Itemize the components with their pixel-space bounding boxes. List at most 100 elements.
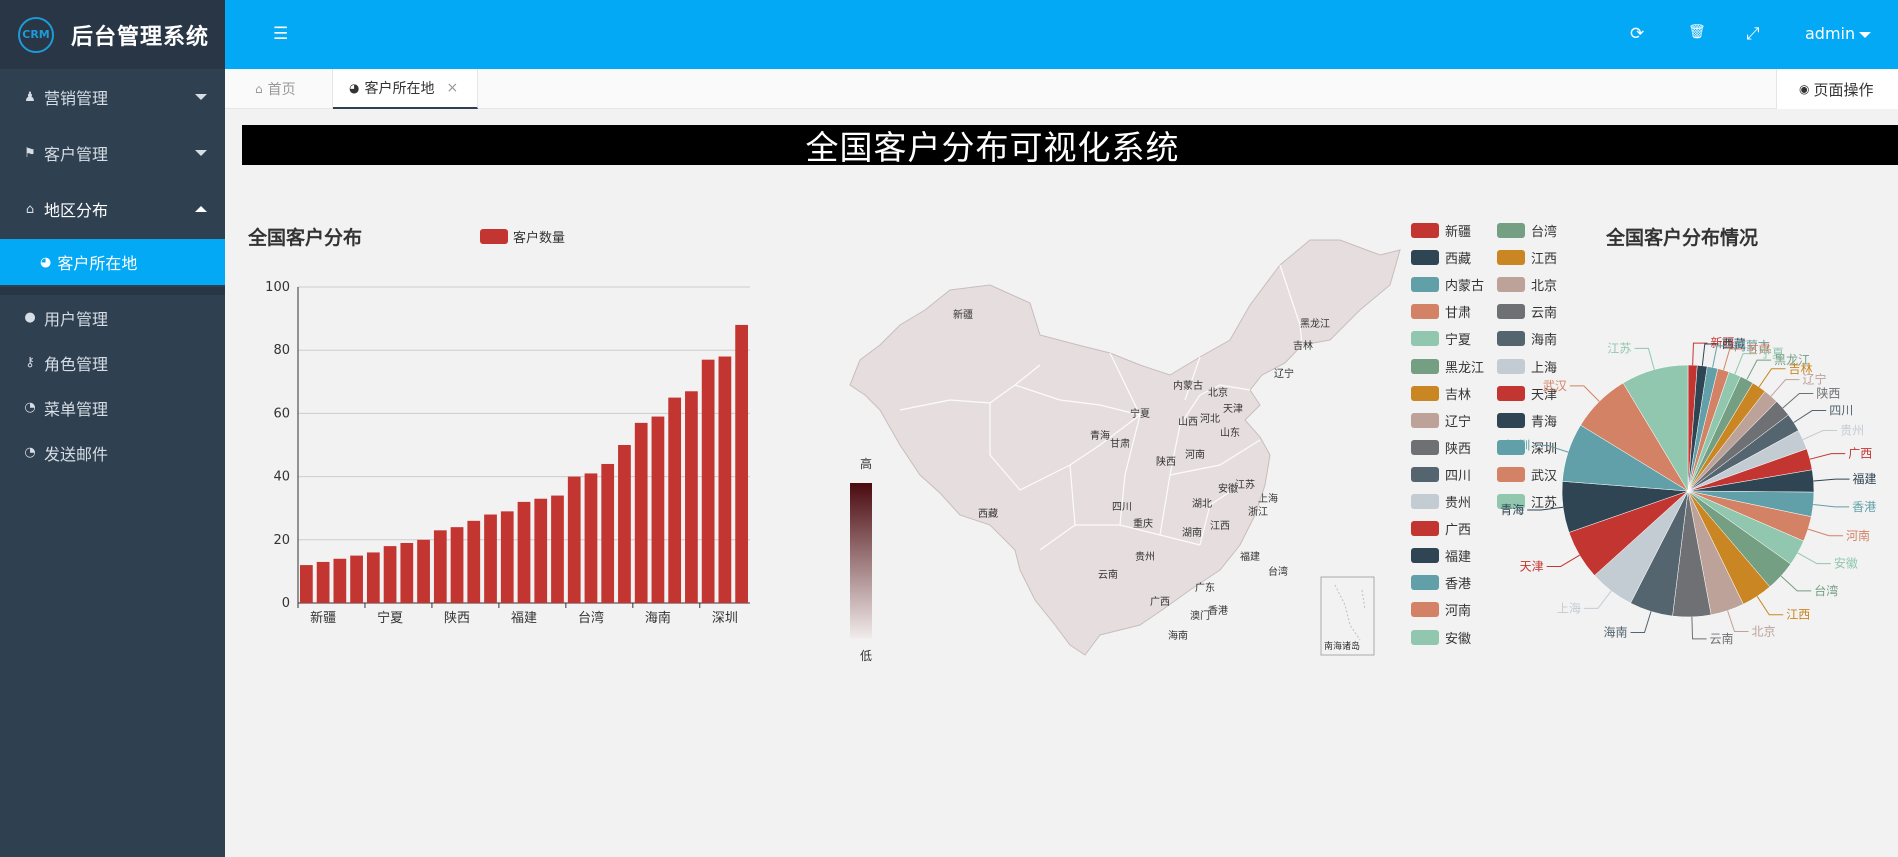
bar[interactable] [651, 416, 665, 603]
label-line [1813, 504, 1850, 508]
slice-label: 天津 [1520, 559, 1544, 573]
bar[interactable] [634, 422, 648, 603]
bar[interactable] [735, 324, 748, 603]
legend-item[interactable]: 黑龙江 [1411, 357, 1484, 376]
legend-item[interactable]: 吉林 [1411, 384, 1471, 403]
bar[interactable] [567, 476, 581, 603]
legend-item[interactable]: 西藏 [1411, 248, 1471, 267]
bar[interactable] [668, 397, 682, 603]
legend-item[interactable]: 河南 [1411, 600, 1471, 619]
label-line [1746, 359, 1772, 380]
close-icon[interactable]: × [446, 80, 458, 96]
bar[interactable] [467, 520, 481, 603]
y-tick-label: 20 [273, 533, 290, 548]
sidebar-item-mail[interactable]: ◔ 发送邮件 [0, 430, 225, 475]
bar[interactable] [551, 495, 564, 603]
inset-label: 南海诸岛 [1324, 640, 1360, 652]
legend-item[interactable]: 北京 [1497, 275, 1557, 294]
sidebar-item-label: 发送邮件 [44, 444, 109, 464]
legend-swatch [1411, 575, 1439, 591]
bar[interactable] [534, 498, 548, 603]
legend-swatch [480, 229, 508, 244]
bar[interactable] [517, 501, 531, 603]
bar[interactable] [718, 356, 732, 603]
legend-label: 陕西 [1445, 441, 1472, 457]
legend-item[interactable]: 江西 [1497, 248, 1557, 267]
legend-item[interactable]: 香港 [1411, 573, 1471, 592]
page-operations-button[interactable]: ◉ 页面操作 [1776, 69, 1898, 109]
legend-item[interactable]: 安徽 [1411, 628, 1471, 647]
bar[interactable] [685, 391, 698, 603]
label-line [1546, 554, 1580, 567]
legend-item[interactable]: 宁夏 [1411, 329, 1471, 348]
province-label: 海南 [1168, 629, 1188, 642]
legend-item[interactable]: 甘肃 [1411, 302, 1471, 321]
y-tick-label: 100 [265, 280, 290, 295]
slice-label: 贵州 [1840, 423, 1864, 437]
bar[interactable] [417, 539, 430, 603]
bar[interactable] [601, 463, 615, 603]
legend-item[interactable]: 台湾 [1497, 221, 1557, 240]
legend-item[interactable]: 四川 [1411, 465, 1471, 484]
sidebar-item-label: 用户管理 [44, 309, 109, 329]
tab-customer-location[interactable]: ◕ 客户所在地 × [333, 69, 478, 109]
sidebar-item-users[interactable]: ● 用户管理 [0, 295, 225, 340]
province-label: 浙江 [1248, 506, 1268, 518]
legend-item[interactable]: 福建 [1411, 546, 1471, 565]
username: admin [1805, 24, 1856, 43]
label-line [1634, 347, 1655, 370]
bar[interactable] [350, 555, 363, 603]
bar[interactable] [450, 527, 464, 603]
sidebar-subitem-customer-location[interactable]: ◕ 客户所在地 [0, 239, 225, 285]
sidebar-item-region[interactable]: ⌂ 地区分布 [0, 181, 225, 237]
bar-chart-title: 全国客户分布 [248, 227, 363, 249]
legend-label: 客户数量 [513, 231, 566, 246]
trash-icon[interactable]: 🗑 [1688, 24, 1706, 40]
bar[interactable] [316, 561, 330, 603]
chevron-up-icon [195, 206, 207, 212]
bar[interactable] [701, 359, 715, 603]
legend-item[interactable]: 云南 [1497, 302, 1557, 321]
province-label: 吉林 [1293, 339, 1313, 352]
legend-swatch [1411, 412, 1439, 428]
bar[interactable] [484, 514, 497, 603]
bar[interactable] [500, 511, 514, 603]
sidebar-item-roles[interactable]: ⚷ 角色管理 [0, 340, 225, 385]
bar[interactable] [333, 558, 347, 603]
legend-item[interactable]: 贵州 [1411, 492, 1471, 511]
bar[interactable] [433, 530, 447, 603]
sidebar-item-customers[interactable]: ⚑ 客户管理 [0, 125, 225, 181]
target-icon: ◉ [1799, 82, 1810, 96]
legend-label: 福建 [1445, 550, 1472, 566]
province-label: 甘肃 [1110, 437, 1130, 450]
bar[interactable] [400, 542, 414, 603]
slice-label: 广西 [1848, 447, 1872, 461]
bar[interactable] [383, 546, 397, 603]
bar[interactable] [300, 565, 313, 603]
province-label: 四川 [1112, 502, 1132, 513]
legend-item[interactable]: 辽宁 [1411, 411, 1471, 430]
user-menu[interactable]: admin [1805, 24, 1872, 43]
province-label: 青海 [1090, 429, 1110, 442]
x-tick-label: 宁夏 [377, 610, 403, 626]
chevron-down-icon [195, 150, 207, 156]
bar[interactable] [366, 552, 380, 603]
province-label: 河南 [1185, 448, 1205, 461]
menu-toggle-icon[interactable]: ☰ [273, 24, 288, 44]
bar[interactable] [584, 473, 598, 603]
legend-item[interactable]: 广西 [1411, 519, 1471, 538]
legend-item[interactable]: 内蒙古 [1411, 275, 1484, 294]
china-map[interactable]: 高 低 新疆 西藏 内蒙古 甘肃 宁夏 青海 四川 云南 贵州 重庆 陕西 山西… [840, 225, 1410, 665]
refresh-icon[interactable]: ⟳ [1630, 24, 1644, 44]
sidebar-item-menus[interactable]: ◔ 菜单管理 [0, 385, 225, 430]
tab-home[interactable]: ⌂ 首页 [225, 69, 333, 109]
bar-chart-legend[interactable]: 客户数量 [480, 227, 565, 246]
legend-swatch [1411, 250, 1439, 266]
brand: CRM 后台管理系统 [0, 0, 225, 69]
legend-item[interactable]: 新疆 [1411, 221, 1471, 240]
legend-item[interactable]: 陕西 [1411, 438, 1471, 457]
sidebar-item-marketing[interactable]: ♟ 营销管理 [0, 69, 225, 125]
bar[interactable] [618, 445, 631, 603]
fullscreen-icon[interactable]: ⤢ [1746, 24, 1760, 44]
visual-map-bar[interactable] [850, 483, 872, 639]
